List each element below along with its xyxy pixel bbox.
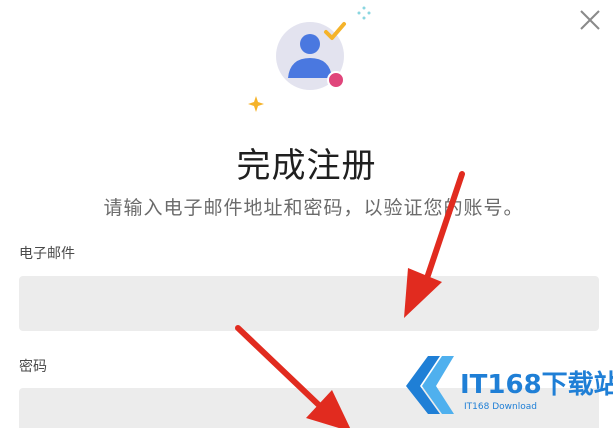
pink-dot — [327, 71, 345, 89]
verify-account-illustration — [248, 6, 371, 112]
close-button[interactable] — [572, 2, 608, 38]
dialog-title: 完成注册 — [236, 146, 377, 186]
email-field[interactable] — [19, 276, 599, 331]
close-icon — [580, 10, 600, 30]
email-label: 电子邮件 — [19, 246, 75, 262]
register-dialog: 完成注册 请输入电子邮件地址和密码，以验证您的账号。 电子邮件 密码 IT168… — [0, 0, 613, 428]
watermark-logo: IT168下载站 IT168 Download — [398, 350, 613, 420]
password-label: 密码 — [19, 359, 47, 375]
it168-logo-icon — [406, 356, 454, 414]
yellow-sparkle-icon — [248, 96, 264, 112]
watermark-text: IT168下载站 — [460, 370, 613, 400]
dialog-subtitle: 请输入电子邮件地址和密码，以验证您的账号。 — [103, 197, 524, 219]
teal-sparkle-icon — [357, 6, 371, 20]
watermark-subtext: IT168 Download — [464, 402, 537, 412]
